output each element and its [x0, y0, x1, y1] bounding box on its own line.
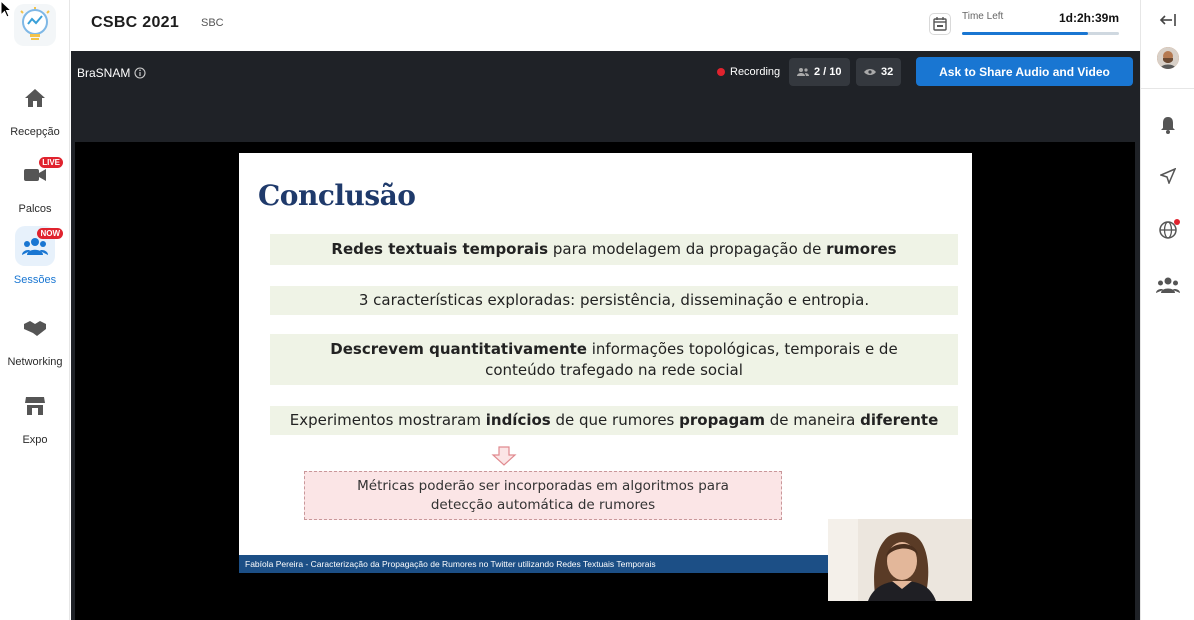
viewers-value: 32 [881, 66, 894, 78]
slide-text: de maneira [764, 411, 861, 430]
slide-text: diferente [860, 411, 939, 430]
slide-bullet-3: Descrevem quantitativamente informações … [270, 334, 958, 385]
recording-indicator: Recording [717, 66, 780, 78]
store-icon [15, 386, 55, 426]
calendar-icon[interactable] [929, 13, 951, 35]
time-left-progress-fill [962, 32, 1088, 35]
slide-text: de que rumores [550, 411, 680, 430]
nav-item-expo[interactable]: Expo [0, 386, 70, 446]
handshake-icon [15, 308, 55, 348]
presentation-slide: Conclusão Redes textuais temporais para … [239, 153, 972, 573]
slide-text: Descrevem quantitativamente [330, 340, 587, 359]
presenter-video-image [828, 519, 972, 601]
messages-button[interactable] [1156, 164, 1180, 188]
nav-item-recepcao[interactable]: Recepção [0, 78, 70, 138]
video-feed: Conclusão Redes textuais temporais para … [75, 142, 1135, 620]
session-name: BraSNAM [77, 66, 146, 80]
notification-dot [1174, 219, 1180, 225]
event-organizer: SBC [201, 17, 224, 29]
home-icon [15, 78, 55, 118]
mouse-cursor-icon [0, 0, 12, 18]
nav-label: Networking [7, 356, 63, 368]
info-icon[interactable] [134, 67, 146, 79]
viewers-count[interactable]: 32 [856, 58, 902, 86]
nav-item-palcos[interactable]: LIVE Palcos [0, 155, 70, 215]
app-root: Recepção LIVE Palcos NOW Sessões Network… [0, 0, 1194, 620]
stage-area: BraSNAM Recording 2 / 10 32 Ask to Share… [71, 51, 1140, 620]
slide-title: Conclusão [258, 179, 416, 212]
slide-text: para modelagem da propagação de [548, 240, 827, 259]
slide-highlight-box: Métricas poderão ser incorporadas em alg… [304, 471, 782, 520]
recording-dot-icon [717, 68, 725, 76]
nav-label: Sessões [13, 274, 57, 286]
now-badge: NOW [37, 228, 63, 239]
event-logo[interactable] [14, 4, 56, 46]
people-button[interactable] [1156, 273, 1180, 297]
top-header: CSBC 2021 SBC Time Left 1d:2h:39m [71, 0, 1140, 51]
slide-bullet-1: Redes textuais temporais para modelagem … [270, 234, 958, 265]
notifications-button[interactable] [1156, 113, 1180, 137]
nav-item-networking[interactable]: Networking [0, 308, 70, 368]
nav-label: Recepção [10, 126, 60, 138]
session-name-label: BraSNAM [77, 66, 131, 80]
presenter-camera [828, 519, 972, 601]
live-badge: LIVE [39, 157, 63, 168]
time-left-label: Time Left [962, 11, 1004, 22]
nav-label: Expo [22, 434, 48, 446]
rail-divider [1141, 88, 1194, 89]
slide-text: rumores [826, 240, 897, 259]
ask-to-share-button[interactable]: Ask to Share Audio and Video [916, 57, 1133, 86]
nav-label: Palcos [18, 203, 52, 215]
participants-value: 2 / 10 [814, 66, 842, 78]
down-arrow-icon [491, 446, 517, 466]
participants-count[interactable]: 2 / 10 [789, 58, 850, 86]
event-title: CSBC 2021 [91, 14, 180, 31]
bell-icon [1161, 117, 1175, 134]
eye-icon [864, 69, 876, 75]
collapse-panel-button[interactable] [1156, 8, 1180, 32]
people-group-icon: NOW [15, 226, 63, 266]
slide-text: Redes textuais temporais [331, 240, 549, 259]
slide-text: Experimentos mostraram [289, 411, 486, 430]
right-rail [1140, 0, 1194, 620]
slide-bullet-4: Experimentos mostraram indícios de que r… [270, 406, 958, 435]
send-icon [1160, 168, 1176, 184]
video-camera-icon: LIVE [15, 155, 63, 195]
time-left-value: 1d:2h:39m [1058, 11, 1119, 25]
arrow-left-bar-icon [1159, 14, 1176, 26]
people-group-icon [1156, 277, 1180, 293]
recording-label: Recording [730, 66, 781, 78]
people-icon [797, 68, 809, 76]
lightbulb-logo-icon [20, 7, 50, 40]
slide-text: indícios [485, 411, 551, 430]
user-avatar[interactable] [1157, 47, 1179, 69]
left-navigation: Recepção LIVE Palcos NOW Sessões Network… [0, 0, 70, 620]
slide-text: propagam [679, 411, 765, 430]
language-button[interactable] [1156, 218, 1180, 242]
slide-bullet-2: 3 características exploradas: persistênc… [270, 286, 958, 315]
nav-item-sessoes[interactable]: NOW Sessões [0, 226, 70, 286]
time-left-progress [962, 32, 1119, 35]
